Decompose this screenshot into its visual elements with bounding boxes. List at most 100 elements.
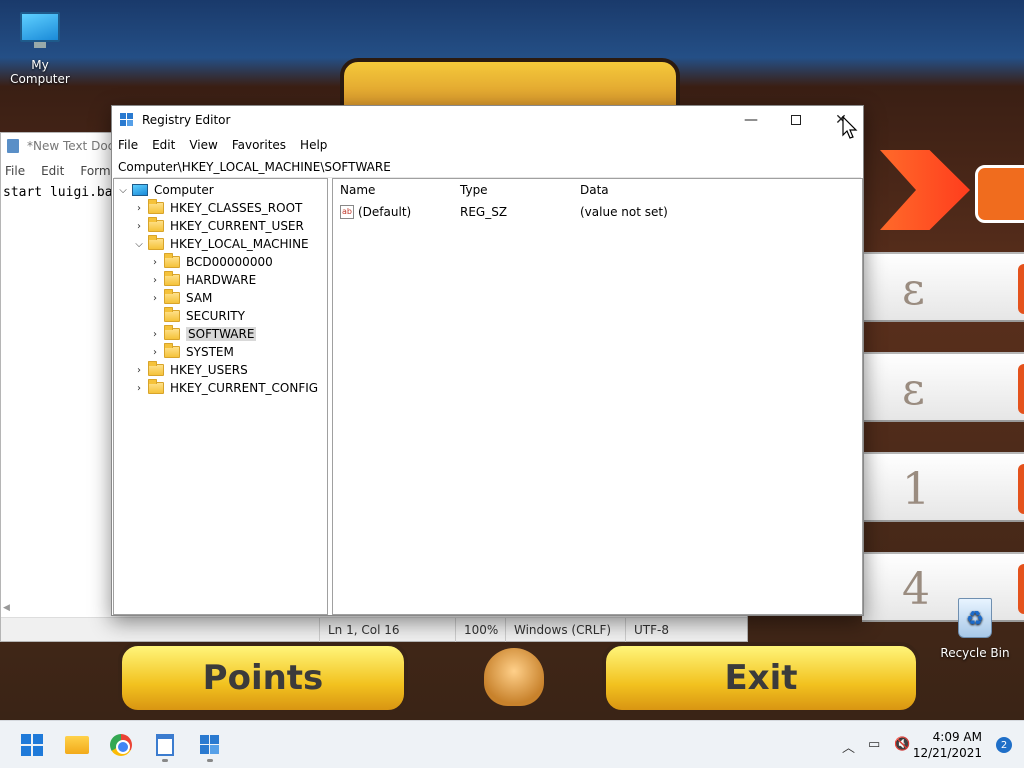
wallpaper-row: 1 <box>862 452 1024 522</box>
tree-item-hkey-classes-root[interactable]: › HKEY_CLASSES_ROOT <box>134 199 302 217</box>
folder-icon <box>164 271 180 286</box>
chevron-right-icon[interactable]: › <box>150 257 160 268</box>
wallpaper-tab <box>975 165 1024 223</box>
tree-item-hardware[interactable]: › HARDWARE <box>150 271 256 289</box>
regedit-icon <box>200 735 220 755</box>
tree-item-hkey-current-user[interactable]: › HKEY_CURRENT_USER <box>134 217 304 235</box>
menu-view[interactable]: View <box>189 138 217 152</box>
system-clock[interactable]: 4:09 AM 12/21/2021 <box>913 729 982 761</box>
wallpaper-arrow <box>880 150 970 230</box>
minimize-button[interactable]: — <box>728 106 774 134</box>
folder-icon <box>148 217 164 232</box>
menu-help[interactable]: Help <box>300 138 327 152</box>
notification-badge[interactable]: 2 <box>996 737 1012 753</box>
notepad-menu-edit[interactable]: Edit <box>41 164 64 178</box>
tree-item-computer[interactable]: ⌵ Computer <box>118 181 214 199</box>
network-icon[interactable]: ▭ <box>868 737 880 752</box>
status-encoding: UTF-8 <box>625 617 725 642</box>
minimize-icon: — <box>744 112 758 128</box>
tree-item-hkey-users[interactable]: › HKEY_USERS <box>134 361 248 379</box>
menu-edit[interactable]: Edit <box>152 138 175 152</box>
notepad-menu-file[interactable]: File <box>5 164 25 178</box>
status-position: Ln 1, Col 16 <box>319 617 455 642</box>
menu-file[interactable]: File <box>118 138 138 152</box>
regedit-title: Registry Editor <box>142 113 231 127</box>
notepad-statusbar: Ln 1, Col 16 100% Windows (CRLF) UTF-8 <box>1 617 747 642</box>
tree-item-label: Computer <box>154 183 214 197</box>
wallpaper-exit-button: Exit <box>602 642 920 714</box>
maximize-icon <box>791 115 801 125</box>
tree-item-sam[interactable]: › SAM <box>150 289 212 307</box>
maximize-button[interactable] <box>773 106 819 134</box>
chevron-right-icon[interactable]: › <box>134 365 144 376</box>
taskbar-notepad[interactable] <box>151 731 179 759</box>
taskbar: ︿ ▭ 🔇 4:09 AM 12/21/2021 2 <box>0 720 1024 768</box>
notepad-text-area[interactable]: start luigi.ba <box>3 185 113 200</box>
computer-icon <box>132 184 148 196</box>
taskbar-regedit[interactable] <box>196 731 224 759</box>
tree-item-label: SAM <box>186 291 213 305</box>
chevron-down-icon[interactable]: ⌵ <box>134 239 144 250</box>
folder-icon <box>148 199 164 214</box>
registry-editor-window[interactable]: Registry Editor — ✕ File Edit View Favor… <box>111 105 864 616</box>
column-header-data[interactable]: Data <box>573 183 773 197</box>
start-button[interactable] <box>18 731 46 759</box>
volume-muted-icon[interactable]: 🔇 <box>894 737 910 752</box>
notepad-scroll-left-icon[interactable]: ◀ <box>1 603 113 617</box>
tree-item-label: BCD00000000 <box>186 255 273 269</box>
tree-item-label: SECURITY <box>186 309 245 323</box>
folder-icon <box>164 307 180 322</box>
wallpaper-points-button: Points <box>118 642 408 714</box>
tree-item-hkey-current-config[interactable]: › HKEY_CURRENT_CONFIG <box>134 379 318 397</box>
monitor-icon <box>20 12 60 48</box>
desktop-icon-my-computer[interactable]: My Computer <box>0 12 80 86</box>
clock-time: 4:09 AM <box>932 730 982 744</box>
tree-item-security[interactable]: SECURITY <box>150 307 245 325</box>
chevron-right-icon[interactable]: › <box>134 203 144 214</box>
registry-tree: ⌵ Computer › HKEY_CLASSES_ROOT › HKEY_CU… <box>113 178 328 615</box>
chevron-right-icon[interactable]: › <box>150 347 160 358</box>
taskbar-chrome[interactable] <box>107 731 135 759</box>
wallpaper-row: ε <box>862 252 1024 322</box>
notepad-icon <box>7 139 19 153</box>
regedit-titlebar[interactable]: Registry Editor — ✕ <box>112 106 863 134</box>
folder-icon <box>164 325 180 340</box>
running-indicator <box>162 759 168 762</box>
tree-item-label: HKEY_CURRENT_USER <box>170 219 304 233</box>
tree-item-label: HKEY_LOCAL_MACHINE <box>170 237 309 251</box>
list-item[interactable]: ab (Default) REG_SZ (value not set) <box>333 201 862 223</box>
file-explorer-icon <box>65 736 89 754</box>
tree-item-hkey-local-machine[interactable]: ⌵ HKEY_LOCAL_MACHINE <box>134 235 309 253</box>
wallpaper-bell <box>484 648 544 706</box>
column-header-type[interactable]: Type <box>453 183 573 197</box>
string-value-icon: ab <box>340 205 354 220</box>
tree-item-bcd00000000[interactable]: › BCD00000000 <box>150 253 273 271</box>
chevron-right-icon[interactable]: › <box>134 221 144 232</box>
tree-item-software[interactable]: › SOFTWARE <box>150 325 257 343</box>
chevron-right-icon[interactable]: › <box>150 329 160 340</box>
chevron-right-icon[interactable]: › <box>150 293 160 304</box>
value-data: (value not set) <box>580 205 668 219</box>
status-line-ending: Windows (CRLF) <box>505 617 625 642</box>
chevron-down-icon[interactable]: ⌵ <box>118 185 128 196</box>
notepad-icon <box>156 734 174 756</box>
folder-icon <box>148 379 164 394</box>
taskbar-file-explorer[interactable] <box>63 731 91 759</box>
desktop-icon-label: Recycle Bin <box>940 646 1010 660</box>
desktop-icon-recycle-bin[interactable]: ♻ Recycle Bin <box>935 598 1015 660</box>
mouse-pointer-icon <box>842 116 858 139</box>
chevron-right-icon[interactable]: › <box>134 383 144 394</box>
chevron-right-icon[interactable]: › <box>150 275 160 286</box>
regedit-menubar: File Edit View Favorites Help <box>112 134 863 156</box>
folder-icon <box>148 235 164 250</box>
folder-icon <box>148 361 164 376</box>
address-bar[interactable]: Computer\HKEY_LOCAL_MACHINE\SOFTWARE <box>114 156 861 178</box>
column-header-name[interactable]: Name <box>333 183 453 197</box>
value-name: (Default) <box>358 204 412 219</box>
chevron-up-icon[interactable]: ︿ <box>842 737 855 756</box>
tree-item-system[interactable]: › SYSTEM <box>150 343 234 361</box>
start-icon <box>21 734 43 756</box>
tree-item-label: SYSTEM <box>186 345 234 359</box>
regedit-app-icon <box>120 113 134 127</box>
menu-favorites[interactable]: Favorites <box>232 138 286 152</box>
